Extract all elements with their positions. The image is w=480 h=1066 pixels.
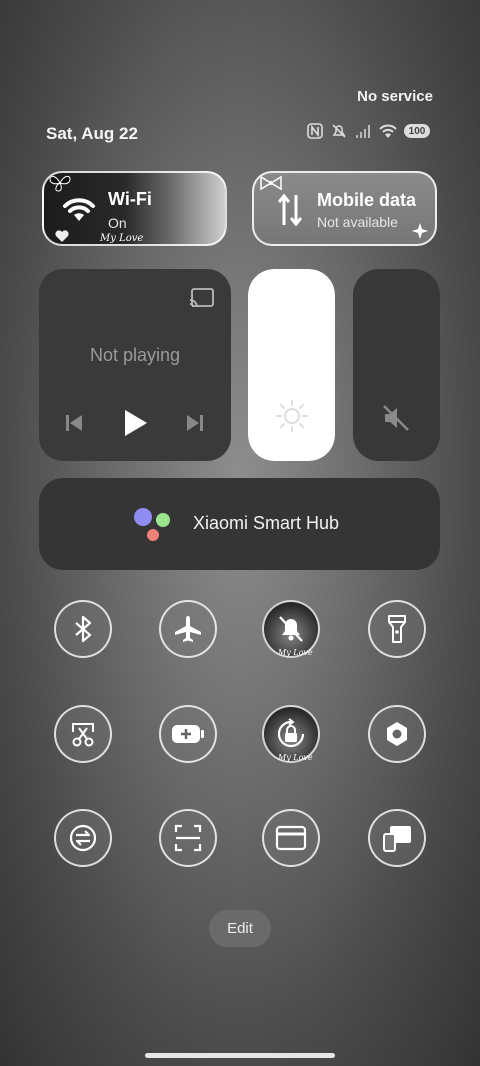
smart-hub-label: Xiaomi Smart Hub bbox=[193, 513, 340, 533]
wifi-status-icon bbox=[379, 124, 397, 138]
battery-icon: 100 bbox=[404, 124, 430, 138]
wifi-tile[interactable]: Wi-Fi On My Love bbox=[42, 171, 227, 246]
status-icons: 100 bbox=[306, 122, 430, 140]
scanner-icon bbox=[174, 824, 202, 852]
play-icon[interactable] bbox=[123, 408, 149, 438]
settings-toggle[interactable] bbox=[368, 705, 426, 763]
volume-muted-icon bbox=[383, 405, 409, 431]
card-icon bbox=[275, 825, 307, 851]
airplane-mode-toggle[interactable] bbox=[159, 600, 217, 658]
bow-icon bbox=[260, 175, 282, 191]
card-toggle[interactable] bbox=[262, 809, 320, 867]
battery-saver-icon bbox=[172, 725, 204, 743]
sync-toggle[interactable] bbox=[54, 809, 112, 867]
bluetooth-toggle[interactable] bbox=[54, 600, 112, 658]
bluetooth-icon bbox=[75, 615, 92, 643]
carrier-status: No service bbox=[357, 88, 433, 105]
wifi-decoration-text: My Love bbox=[100, 233, 144, 244]
smart-hub-icon bbox=[134, 508, 170, 541]
wifi-icon bbox=[63, 198, 95, 221]
sync-icon bbox=[69, 824, 97, 852]
heart-icon bbox=[55, 230, 69, 242]
brightness-slider[interactable] bbox=[248, 269, 335, 461]
mobile-data-icon bbox=[277, 193, 303, 227]
silent-mode-toggle[interactable]: My Love bbox=[262, 600, 320, 658]
wifi-state: On bbox=[108, 215, 127, 231]
screenshot-icon bbox=[72, 723, 94, 747]
battery-saver-toggle[interactable] bbox=[159, 705, 217, 763]
cast-icon[interactable] bbox=[189, 287, 215, 309]
volume-slider[interactable] bbox=[353, 269, 440, 461]
butterfly-icon bbox=[49, 175, 71, 192]
mobile-data-tile[interactable]: Mobile data Not available bbox=[252, 171, 437, 246]
sparkle-icon bbox=[412, 223, 428, 239]
airplane-icon bbox=[175, 616, 201, 642]
home-indicator[interactable] bbox=[145, 1053, 335, 1058]
nfc-icon bbox=[307, 123, 323, 139]
cast-devices-toggle[interactable] bbox=[368, 809, 426, 867]
settings-icon bbox=[387, 722, 407, 746]
wifi-title: Wi-Fi bbox=[108, 189, 152, 209]
rotation-lock-toggle[interactable]: My Love bbox=[262, 705, 320, 763]
previous-icon[interactable] bbox=[64, 413, 84, 433]
silent-decoration-text: My Love bbox=[278, 648, 313, 657]
silent-icon bbox=[279, 616, 303, 642]
next-icon[interactable] bbox=[185, 413, 205, 433]
flashlight-icon bbox=[388, 615, 406, 643]
mobile-data-state: Not available bbox=[317, 214, 398, 230]
mute-status-icon bbox=[332, 124, 346, 138]
edit-button[interactable]: Edit bbox=[209, 910, 271, 947]
smart-hub-tile[interactable]: Xiaomi Smart Hub bbox=[39, 478, 440, 570]
brightness-icon bbox=[276, 400, 308, 432]
signal-icon bbox=[356, 125, 370, 138]
flashlight-toggle[interactable] bbox=[368, 600, 426, 658]
rotation-decoration-text: My Love bbox=[278, 753, 313, 762]
media-status: Not playing bbox=[89, 345, 181, 365]
cast-devices-icon bbox=[383, 826, 411, 852]
rotation-lock-icon bbox=[277, 718, 305, 748]
media-player[interactable]: Not playing bbox=[39, 269, 231, 461]
scanner-toggle[interactable] bbox=[159, 809, 217, 867]
date-label: Sat, Aug 22 bbox=[46, 124, 138, 143]
screenshot-toggle[interactable] bbox=[54, 705, 112, 763]
mobile-data-title: Mobile data bbox=[317, 190, 417, 210]
